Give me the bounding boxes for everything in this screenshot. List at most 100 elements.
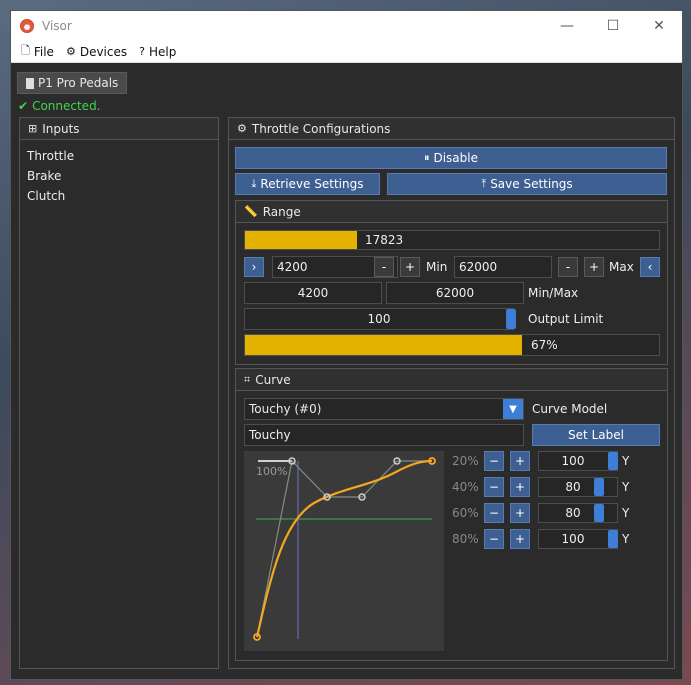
device-icon bbox=[26, 77, 34, 89]
curve-point-handle[interactable] bbox=[594, 478, 604, 496]
curve-label-input[interactable]: Touchy bbox=[244, 424, 524, 446]
sitemap-icon: ⊞ bbox=[28, 122, 38, 135]
max-minus-button[interactable]: - bbox=[558, 257, 578, 277]
menu-devices[interactable]: ⚙ Devices bbox=[66, 45, 127, 59]
menu-file-label: File bbox=[33, 44, 54, 59]
retrieve-settings-button[interactable]: ⤓ Retrieve Settings bbox=[235, 173, 380, 195]
max-plus-button[interactable]: + bbox=[584, 257, 604, 277]
input-item-brake[interactable]: Brake bbox=[27, 166, 218, 186]
curve-header: ⌗ Curve bbox=[236, 369, 667, 391]
chevron-down-icon[interactable]: ▼ bbox=[503, 399, 523, 419]
menu-bar: 🗋 File ⚙ Devices ? Help bbox=[11, 41, 682, 63]
curve-header-label: Curve bbox=[255, 372, 291, 387]
minmax-label: Min/Max bbox=[528, 286, 579, 300]
curve-point-y-label: Y bbox=[622, 506, 630, 520]
curve-graph[interactable]: 100% bbox=[244, 451, 444, 651]
menu-file[interactable]: 🗋 File bbox=[21, 42, 54, 61]
input-item-throttle[interactable]: Throttle bbox=[27, 146, 218, 166]
check-icon: ✔ bbox=[18, 99, 29, 113]
disable-label: Disable bbox=[433, 151, 478, 165]
inputs-header: ⊞ Inputs bbox=[20, 118, 218, 140]
maximize-button[interactable]: ☐ bbox=[590, 11, 636, 41]
curve-model-label: Curve Model bbox=[532, 402, 608, 416]
save-label: Save Settings bbox=[490, 177, 573, 191]
curve-point-value-slider[interactable]: 80 bbox=[538, 503, 618, 523]
min-label: Min bbox=[426, 260, 448, 274]
curve-point-plus-button[interactable]: + bbox=[510, 477, 530, 497]
curve-point-percent: 60% bbox=[452, 506, 479, 520]
window-title: Visor bbox=[42, 19, 72, 33]
min-minus-button[interactable]: - bbox=[374, 257, 394, 277]
config-header: ⚙ Throttle Configurations bbox=[229, 118, 674, 140]
curve-model-value: Touchy (#0) bbox=[249, 402, 322, 416]
output-limit-handle[interactable] bbox=[506, 309, 516, 329]
menu-help-label: Help bbox=[148, 44, 177, 59]
curve-svg bbox=[253, 457, 436, 641]
set-label-button[interactable]: Set Label bbox=[532, 424, 660, 446]
curve-point-y-label: Y bbox=[622, 480, 630, 494]
output-limit-value: 100 bbox=[367, 312, 391, 326]
device-tab[interactable]: P1 Pro Pedals bbox=[17, 72, 128, 94]
live-value-fill bbox=[245, 231, 358, 249]
range-header: 📏 Range bbox=[236, 201, 667, 223]
curve-point-handle[interactable] bbox=[608, 452, 618, 470]
devices-icon: ⚙ bbox=[65, 45, 76, 58]
menu-help[interactable]: ? Help bbox=[139, 45, 176, 59]
ruler-icon: 📏 bbox=[244, 205, 258, 218]
live-value-text: 17823 bbox=[365, 233, 404, 247]
curve-point-value: 80 bbox=[565, 480, 581, 494]
curve-point-y-label: Y bbox=[622, 454, 630, 468]
max-label: Max bbox=[609, 260, 634, 274]
output-limit-label: Output Limit bbox=[528, 312, 604, 326]
curve-point-minus-button[interactable]: − bbox=[484, 451, 504, 471]
disable-button[interactable]: ⏸ Disable bbox=[235, 147, 667, 169]
throttle-config-panel: ⚙ Throttle Configurations ⏸ Disable ⤓ Re… bbox=[228, 117, 675, 669]
curve-model-select[interactable]: Touchy (#0) ▼ bbox=[244, 398, 524, 420]
download-icon: ⤓ bbox=[251, 177, 257, 190]
inputs-panel: ⊞ Inputs Throttle Brake Clutch bbox=[19, 117, 219, 669]
range-header-label: Range bbox=[262, 204, 301, 219]
app-logo-icon bbox=[20, 19, 34, 33]
max-input[interactable]: 62000 bbox=[454, 256, 552, 278]
output-percent-text: 67% bbox=[531, 338, 558, 352]
app-window: Visor — ☐ ✕ 🗋 File ⚙ Devices ? Help P1 P… bbox=[10, 10, 683, 680]
curve-point-handle[interactable] bbox=[594, 504, 604, 522]
input-item-clutch[interactable]: Clutch bbox=[27, 186, 218, 206]
curve-point-handle[interactable] bbox=[608, 530, 618, 548]
output-limit-slider[interactable]: 100 bbox=[244, 308, 514, 330]
curve-point-percent: 20% bbox=[452, 454, 479, 468]
curve-point-plus-button[interactable]: + bbox=[510, 503, 530, 523]
save-icon: ⤒ bbox=[481, 177, 487, 190]
pause-icon: ⏸ bbox=[423, 151, 430, 164]
curve-panel: ⌗ Curve Touchy (#0) ▼ Curve Model Touchy… bbox=[235, 368, 668, 661]
inputs-list: Throttle Brake Clutch bbox=[20, 140, 218, 206]
curve-point-plus-button[interactable]: + bbox=[510, 451, 530, 471]
close-button[interactable]: ✕ bbox=[636, 11, 682, 41]
curve-point-minus-button[interactable]: − bbox=[484, 529, 504, 549]
save-settings-button[interactable]: ⤒ Save Settings bbox=[387, 173, 667, 195]
file-icon: 🗋 bbox=[21, 44, 30, 57]
device-tab-label: P1 Pro Pedals bbox=[38, 76, 119, 90]
control-polyline bbox=[256, 459, 432, 638]
menu-devices-label: Devices bbox=[79, 44, 128, 59]
curve-point-value-slider[interactable]: 80 bbox=[538, 477, 618, 497]
output-percent-bar: 67% bbox=[244, 334, 660, 356]
increase-max-arrow-button[interactable]: ‹ bbox=[640, 257, 660, 277]
inputs-header-label: Inputs bbox=[42, 121, 80, 136]
decrease-min-arrow-button[interactable]: › bbox=[244, 257, 264, 277]
curve-point-minus-button[interactable]: − bbox=[484, 477, 504, 497]
response-curve bbox=[255, 459, 433, 638]
minimize-button[interactable]: — bbox=[544, 11, 590, 41]
range-panel: 📏 Range 17823 › 4200 - + Min 62000 - + M… bbox=[235, 200, 668, 365]
connection-status: ✔ Connected. bbox=[11, 98, 682, 114]
minmax-min-field: 4200 bbox=[244, 282, 382, 304]
curve-point-value-slider[interactable]: 100 bbox=[538, 451, 618, 471]
curve-point-y-label: Y bbox=[622, 532, 630, 546]
min-plus-button[interactable]: + bbox=[400, 257, 420, 277]
curve-point-minus-button[interactable]: − bbox=[484, 503, 504, 523]
curve-point-value-slider[interactable]: 100 bbox=[538, 529, 618, 549]
curve-point-plus-button[interactable]: + bbox=[510, 529, 530, 549]
title-bar: Visor — ☐ ✕ bbox=[11, 11, 682, 41]
status-text: Connected. bbox=[32, 99, 101, 113]
curve-point-value: 80 bbox=[565, 506, 581, 520]
